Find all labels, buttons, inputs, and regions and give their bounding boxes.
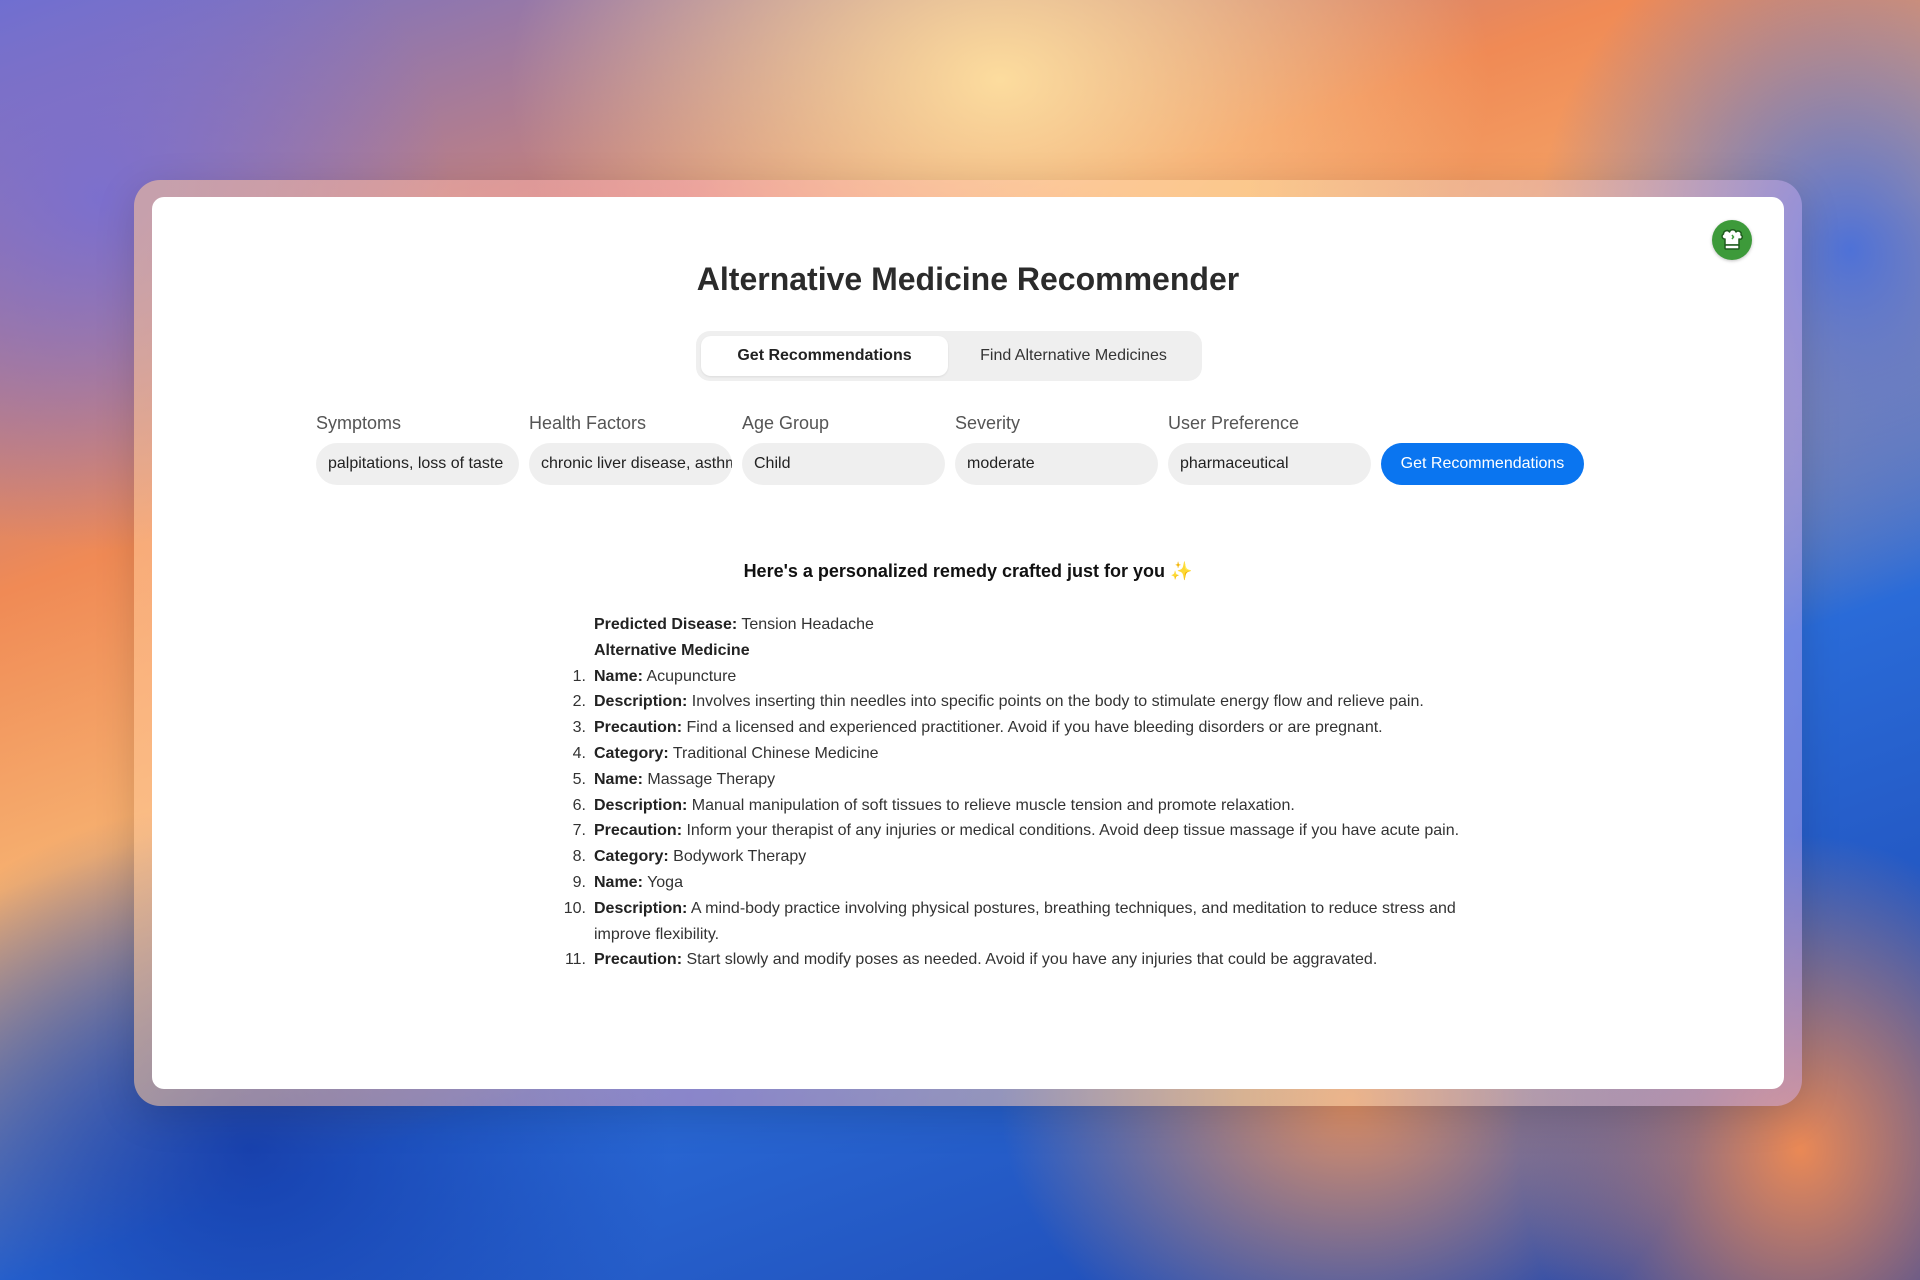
user-preference-field: User Preference pharmaceutical <box>1168 413 1371 485</box>
symptoms-field: Symptoms palpitations, loss of taste <box>316 413 519 485</box>
tab-get-recommendations[interactable]: Get Recommendations <box>701 336 948 376</box>
result-content: Predicted Disease: Tension Headache Alte… <box>544 612 1474 974</box>
list-item: Precaution: Start slowly and modify pose… <box>544 947 1474 973</box>
item-key: Name: <box>594 667 643 685</box>
item-key: Description: <box>594 796 688 814</box>
sparkle-icon: ✨ <box>1170 561 1193 581</box>
user-preference-label: User Preference <box>1168 413 1300 433</box>
age-group-field: Age Group Child <box>742 413 945 485</box>
alternative-medicine-title: Alternative Medicine <box>594 638 1474 664</box>
age-group-label: Age Group <box>742 413 830 433</box>
item-key: Description: <box>594 899 688 917</box>
item-key: Name: <box>594 873 643 891</box>
age-group-input[interactable]: Child <box>742 443 945 485</box>
list-item: Category: Bodywork Therapy <box>544 844 1474 870</box>
list-item: Name: Yoga <box>544 870 1474 896</box>
item-text: Bodywork Therapy <box>673 848 807 866</box>
list-item: Description: Manual manipulation of soft… <box>544 793 1474 819</box>
list-item: Description: Involves inserting thin nee… <box>544 689 1474 715</box>
list-item: Name: Massage Therapy <box>544 767 1474 793</box>
get-recommendations-button[interactable]: Get Recommendations <box>1381 443 1584 485</box>
item-key: Description: <box>594 693 688 711</box>
predicted-disease-value: Tension Headache <box>741 616 874 633</box>
severity-input[interactable]: moderate <box>955 443 1158 485</box>
app-window: Alternative Medicine Recommender Get Rec… <box>152 197 1784 1089</box>
list-item: Description: A mind-body practice involv… <box>544 896 1474 948</box>
result-heading: Here's a personalized remedy crafted jus… <box>152 561 1784 582</box>
item-key: Precaution: <box>594 951 683 969</box>
recommendation-form: Symptoms palpitations, loss of taste Hea… <box>316 413 1584 485</box>
list-item: Category: Traditional Chinese Medicine <box>544 741 1474 767</box>
chef-hat-icon <box>1721 229 1744 250</box>
page-title: Alternative Medicine Recommender <box>696 261 1240 297</box>
list-item: Precaution: Find a licensed and experien… <box>544 715 1474 741</box>
health-factors-field: Health Factors chronic liver disease, as… <box>529 413 732 485</box>
item-key: Precaution: <box>594 719 683 737</box>
item-text: Manual manipulation of soft tissues to r… <box>691 796 1295 814</box>
item-text: Involves inserting thin needles into spe… <box>691 693 1424 711</box>
item-text: Find a licensed and experienced practiti… <box>686 719 1383 737</box>
item-key: Category: <box>594 744 669 762</box>
item-text: Traditional Chinese Medicine <box>672 744 879 762</box>
symptoms-input[interactable]: palpitations, loss of taste <box>316 443 519 485</box>
remedy-list: Name: Acupuncture Description: Involves … <box>544 664 1474 974</box>
list-item: Precaution: Inform your therapist of any… <box>544 818 1474 844</box>
item-key: Name: <box>594 770 643 788</box>
severity-field: Severity moderate <box>955 413 1158 485</box>
section-title-text: Alternative Medicine <box>594 641 750 659</box>
item-text: Massage Therapy <box>647 770 776 788</box>
predicted-disease-label: Predicted Disease: <box>594 616 738 633</box>
symptoms-label: Symptoms <box>316 413 402 433</box>
item-key: Category: <box>594 848 669 866</box>
item-text: Inform your therapist of any injuries or… <box>686 822 1460 840</box>
list-item: Name: Acupuncture <box>544 664 1474 690</box>
tab-bar: Get Recommendations Find Alternative Med… <box>696 331 1202 381</box>
result-heading-text: Here's a personalized remedy crafted jus… <box>743 561 1165 581</box>
item-text: Acupuncture <box>646 667 737 685</box>
item-text: Yoga <box>647 873 683 891</box>
severity-label: Severity <box>955 413 1021 433</box>
predicted-disease: Predicted Disease: Tension Headache <box>594 612 1474 638</box>
item-text: Start slowly and modify poses as needed.… <box>686 951 1378 969</box>
tab-find-alternative-medicines[interactable]: Find Alternative Medicines <box>950 336 1197 376</box>
user-preference-input[interactable]: pharmaceutical <box>1168 443 1371 485</box>
user-avatar[interactable] <box>1712 220 1752 260</box>
health-factors-label: Health Factors <box>529 413 647 433</box>
item-key: Precaution: <box>594 822 683 840</box>
item-text: A mind-body practice involving physical … <box>594 899 1456 943</box>
health-factors-input[interactable]: chronic liver disease, asthma <box>529 443 732 485</box>
